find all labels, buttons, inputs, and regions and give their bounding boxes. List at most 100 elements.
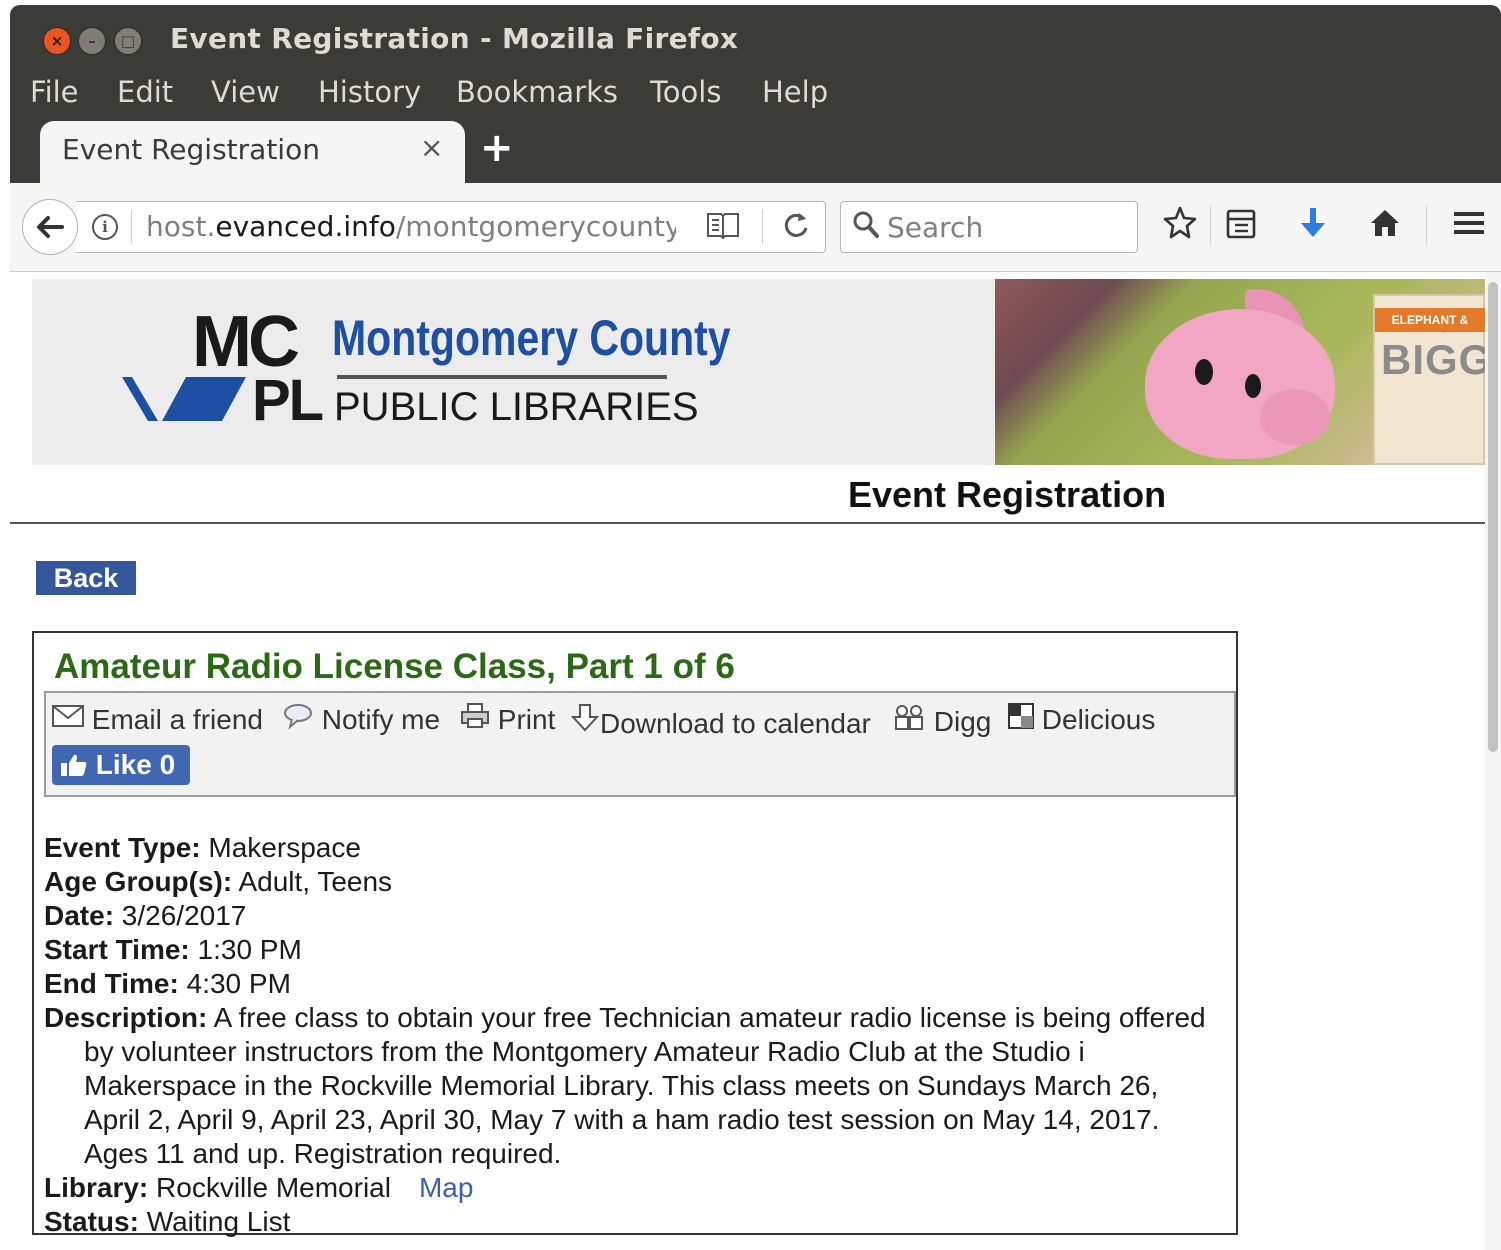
- envelope-icon: [52, 705, 84, 727]
- event-type-row: Event Type: Makerspace: [44, 831, 1244, 865]
- description-row: Description: A free class to obtain your…: [44, 1001, 1244, 1035]
- menu-bar: File Edit View History Bookmarks Tools H…: [10, 65, 1501, 121]
- reader-view-icon[interactable]: [706, 210, 740, 247]
- thumbs-up-icon: [61, 754, 87, 776]
- description-line: April 2, April 9, April 23, April 30, Ma…: [84, 1104, 1160, 1135]
- printer-icon: [461, 703, 489, 728]
- banner-photo: ELEPHANT & BIGG: [995, 279, 1485, 465]
- delicious-link[interactable]: Delicious: [1008, 703, 1155, 736]
- field-label: Date:: [44, 900, 115, 931]
- back-icon[interactable]: [22, 199, 78, 255]
- url-prefix: host.: [146, 210, 216, 243]
- book-band: ELEPHANT &: [1375, 308, 1485, 332]
- share-toolbar: Email a friend Notify me Print Download …: [44, 691, 1236, 797]
- reload-icon[interactable]: [781, 208, 811, 250]
- speech-bubble-icon: [284, 704, 312, 730]
- age-group-row: Age Group(s): Adult, Teens: [44, 865, 1244, 899]
- age-group-value: Adult, Teens: [238, 866, 393, 897]
- pig-eye: [1245, 374, 1261, 398]
- heading-divider: [10, 522, 1485, 524]
- notify-me-link[interactable]: Notify me: [282, 703, 440, 736]
- back-button[interactable]: Back: [36, 561, 136, 595]
- book-cover: ELEPHANT & BIGG: [1373, 294, 1485, 465]
- window-maximize-button[interactable]: □: [114, 27, 142, 55]
- reload-separator: [762, 210, 763, 244]
- search-icon: [851, 208, 881, 249]
- print-link[interactable]: Print: [460, 703, 555, 736]
- download-to-calendar-link[interactable]: Download to calendar: [570, 703, 871, 740]
- menu-edit[interactable]: Edit: [117, 75, 173, 109]
- like-label: Like: [95, 749, 152, 780]
- tab-title: Event Registration: [62, 133, 320, 166]
- library-value: Rockville Memorial: [156, 1172, 391, 1203]
- search-placeholder: Search: [887, 211, 984, 244]
- pig-snout: [1260, 389, 1330, 445]
- date-row: Date: 3/26/2017: [44, 899, 1244, 933]
- logo-county-name: Montgomery County: [332, 310, 731, 366]
- download-icon[interactable]: [1296, 205, 1330, 250]
- search-bar[interactable]: Search: [840, 201, 1138, 253]
- menu-help[interactable]: Help: [762, 75, 828, 109]
- window-close-button[interactable]: ×: [43, 27, 71, 55]
- event-details: Event Type: Makerspace Age Group(s): Adu…: [44, 831, 1244, 1239]
- start-time-value: 1:30 PM: [197, 934, 302, 965]
- tab-close-icon[interactable]: ×: [420, 131, 443, 164]
- description-line: Ages 11 and up. Registration required.: [84, 1138, 562, 1169]
- field-label: Description:: [44, 1002, 208, 1033]
- status-row: Status: Waiting List: [44, 1205, 1244, 1239]
- field-label: Start Time:: [44, 934, 190, 965]
- end-time-value: 4:30 PM: [186, 968, 291, 999]
- description-line: by volunteer instructors from the Montgo…: [84, 1036, 1085, 1067]
- home-icon[interactable]: [1368, 205, 1402, 250]
- menu-bookmarks[interactable]: Bookmarks: [456, 75, 618, 109]
- page-content: MC PL Montgomery County PUBLIC LIBRARIES…: [10, 272, 1485, 1250]
- tab-event-registration[interactable]: Event Registration ×: [40, 121, 465, 183]
- description-line: Makerspace in the Rockville Memorial Lib…: [84, 1070, 1159, 1101]
- window-minimize-button[interactable]: –: [78, 27, 106, 55]
- field-label: End Time:: [44, 968, 179, 999]
- star-icon[interactable]: [1162, 205, 1198, 250]
- facebook-like-button[interactable]: Like 0: [52, 745, 190, 785]
- map-link[interactable]: Map: [419, 1172, 473, 1203]
- pig-eye: [1195, 359, 1213, 385]
- download-arrow-icon: [570, 704, 600, 732]
- logo-pl: PL: [252, 368, 324, 433]
- window-title: Event Registration - Mozilla Firefox: [170, 22, 739, 55]
- toolbar-separator: [1426, 205, 1427, 245]
- delicious-icon: [1008, 703, 1034, 729]
- event-type-value: Makerspace: [208, 832, 361, 863]
- menu-file[interactable]: File: [30, 75, 79, 109]
- email-a-friend-link[interactable]: Email a friend: [52, 703, 263, 736]
- window-titlebar: × – □ Event Registration - Mozilla Firef…: [10, 5, 1501, 65]
- menu-view[interactable]: View: [211, 75, 280, 109]
- url-path: /montgomerycounty: [395, 210, 676, 243]
- toolbar-separator: [1210, 205, 1211, 245]
- field-label: Event Type:: [44, 832, 201, 863]
- tab-strip: Event Registration × +: [10, 121, 1501, 183]
- end-time-row: End Time: 4:30 PM: [44, 967, 1244, 1001]
- library-icon[interactable]: [1224, 205, 1258, 250]
- status-value: Waiting List: [146, 1206, 291, 1237]
- url-bar[interactable]: i host.evanced.info/montgomerycounty: [76, 201, 826, 253]
- page-scrollbar[interactable]: [1485, 272, 1501, 1250]
- logo-public-libraries: PUBLIC LIBRARIES: [334, 385, 699, 429]
- url-separator: [131, 210, 132, 244]
- hamburger-menu-icon[interactable]: [1452, 205, 1486, 250]
- menu-tools[interactable]: Tools: [650, 75, 721, 109]
- new-tab-button[interactable]: +: [480, 125, 514, 171]
- library-banner: MC PL Montgomery County PUBLIC LIBRARIES…: [32, 279, 1485, 465]
- scrollbar-thumb[interactable]: [1488, 282, 1498, 752]
- event-title: Amateur Radio License Class, Part 1 of 6: [54, 647, 735, 686]
- like-count: 0: [159, 749, 176, 780]
- library-row: Library: Rockville Memorial Map: [44, 1171, 1244, 1205]
- field-label: Age Group(s):: [44, 866, 233, 897]
- url-domain: evanced.info: [215, 210, 396, 243]
- menu-history[interactable]: History: [318, 75, 421, 109]
- logo-divider: [337, 375, 667, 379]
- digg-link[interactable]: Digg: [892, 703, 991, 738]
- navigation-toolbar: i host.evanced.info/montgomerycounty Sea…: [10, 183, 1501, 272]
- field-label: Status:: [44, 1206, 139, 1237]
- event-details-box: Amateur Radio License Class, Part 1 of 6…: [32, 631, 1238, 1237]
- info-icon[interactable]: i: [92, 214, 118, 240]
- url-text[interactable]: host.evanced.info/montgomerycounty: [146, 210, 676, 243]
